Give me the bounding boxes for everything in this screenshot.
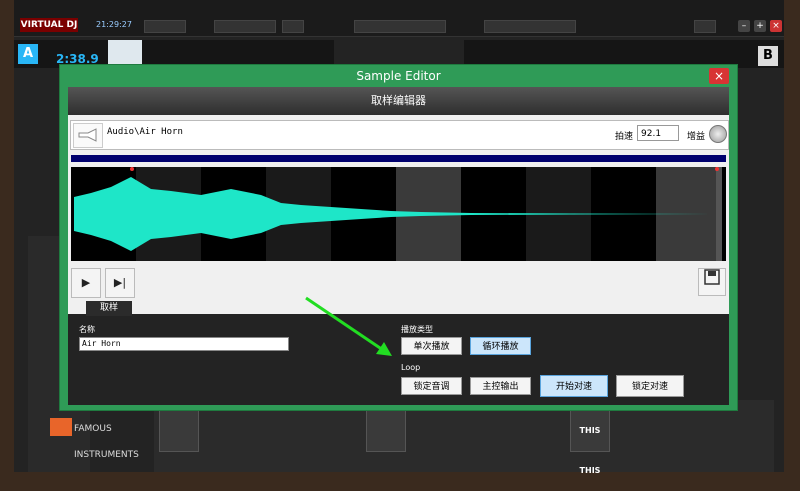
sample-info-bar: Audio\Air Horn 拍速 92.1 增益 <box>70 120 729 150</box>
top-dropdown[interactable] <box>214 20 276 33</box>
sample-path: Audio\Air Horn <box>107 127 183 137</box>
siren-icon[interactable] <box>366 410 406 452</box>
gain-label: 增益 <box>687 132 706 142</box>
minimize-button[interactable]: – <box>738 20 750 32</box>
bpm-input[interactable]: 92.1 <box>637 125 679 141</box>
this-this-tile[interactable]: THIS THIS <box>570 410 610 475</box>
close-button[interactable]: × <box>709 68 729 84</box>
folder-icon[interactable] <box>50 418 72 436</box>
lock-pitch-button[interactable]: 锁定音调 <box>401 377 462 395</box>
top-bar: VIRTUAL DJ 21:29:27 – + × <box>14 0 784 37</box>
next-button[interactable]: ▶| <box>105 268 135 298</box>
master-output-button[interactable]: 主控输出 <box>470 377 531 395</box>
clock: 21:29:27 <box>96 20 132 29</box>
tab-sample[interactable]: 取样 <box>86 301 132 316</box>
deck-b-letter[interactable]: B <box>758 46 778 66</box>
master-display <box>484 20 576 33</box>
name-label: 名称 <box>79 325 95 334</box>
bpm-label: 拍速 <box>615 132 634 142</box>
loop-label: Loop <box>401 363 421 372</box>
floppy-disk-icon[interactable] <box>698 268 726 296</box>
window-title: Sample Editor <box>356 69 441 83</box>
waveform-scrollbar[interactable] <box>71 155 726 162</box>
lock-sync-button[interactable]: 锁定对速 <box>616 375 684 397</box>
loop-play-button[interactable]: 循环播放 <box>470 337 531 355</box>
shot-glass-icon[interactable] <box>159 410 199 452</box>
sidebar-item-famous[interactable]: FAMOUS <box>74 424 112 434</box>
deck-a-letter[interactable]: A <box>18 44 38 64</box>
maximize-button[interactable]: + <box>754 20 766 32</box>
gain-knob[interactable] <box>709 125 727 143</box>
editor-header: 取样编辑器 <box>68 87 729 115</box>
settings-button[interactable] <box>694 20 716 33</box>
annotation-arrow <box>305 296 392 356</box>
app-close-button[interactable]: × <box>770 20 782 32</box>
play-button[interactable]: ▶ <box>71 268 101 298</box>
app-logo: VIRTUAL DJ <box>20 18 78 32</box>
play-type-label: 播放类型 <box>401 325 433 334</box>
start-sync-button[interactable]: 开始对速 <box>540 375 608 397</box>
waveform-display[interactable] <box>71 167 726 261</box>
cpu-meter <box>144 20 186 33</box>
airhorn-icon <box>73 123 103 148</box>
crossfader-display <box>354 20 446 33</box>
top-toggle[interactable] <box>282 20 304 33</box>
name-field[interactable]: Air Horn <box>79 337 289 351</box>
sidebar-item-instruments[interactable]: INSTRUMENTS <box>74 450 139 460</box>
single-play-button[interactable]: 单次播放 <box>401 337 462 355</box>
